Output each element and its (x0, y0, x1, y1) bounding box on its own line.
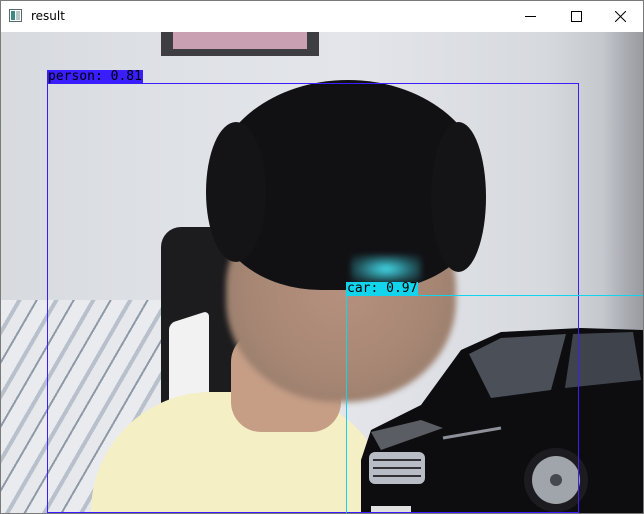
app-icon (9, 9, 22, 22)
maximize-button[interactable] (553, 1, 599, 32)
close-button[interactable] (597, 1, 643, 32)
wall-picture-frame (161, 32, 319, 56)
title-bar[interactable]: result (1, 1, 643, 32)
minimize-icon (524, 16, 536, 17)
minimize-button[interactable] (507, 1, 553, 32)
car-detection-label: car: 0.97 (346, 281, 419, 296)
window-title: result (31, 9, 65, 23)
maximize-icon (570, 11, 582, 22)
app-window: result person: 0.81 car: 0.97 (0, 0, 644, 514)
car-detection-box (346, 295, 643, 513)
image-canvas: person: 0.81 car: 0.97 (1, 32, 643, 513)
person-detection-label: person: 0.81 (47, 69, 143, 84)
close-icon (614, 11, 626, 22)
